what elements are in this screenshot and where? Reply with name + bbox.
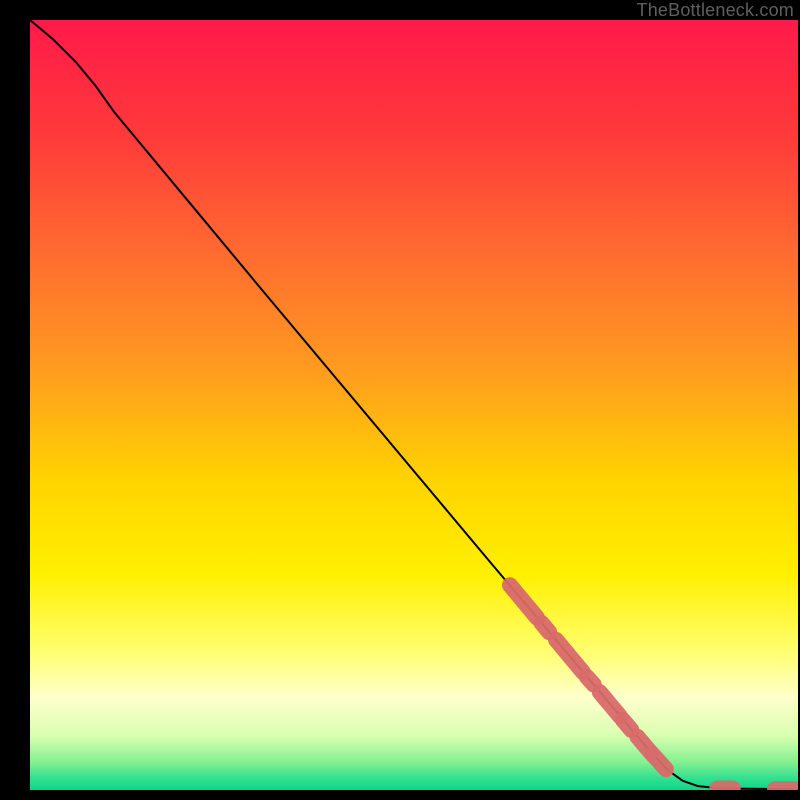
attribution-text: TheBottleneck.com: [637, 0, 794, 21]
chart-container: TheBottleneck.com: [0, 0, 800, 800]
data-marker: [623, 720, 631, 730]
data-marker: [652, 754, 666, 769]
data-marker: [541, 623, 549, 632]
chart-svg: [30, 20, 798, 790]
data-marker: [587, 677, 594, 685]
plot-area: [30, 20, 798, 790]
gradient-background: [30, 20, 798, 790]
